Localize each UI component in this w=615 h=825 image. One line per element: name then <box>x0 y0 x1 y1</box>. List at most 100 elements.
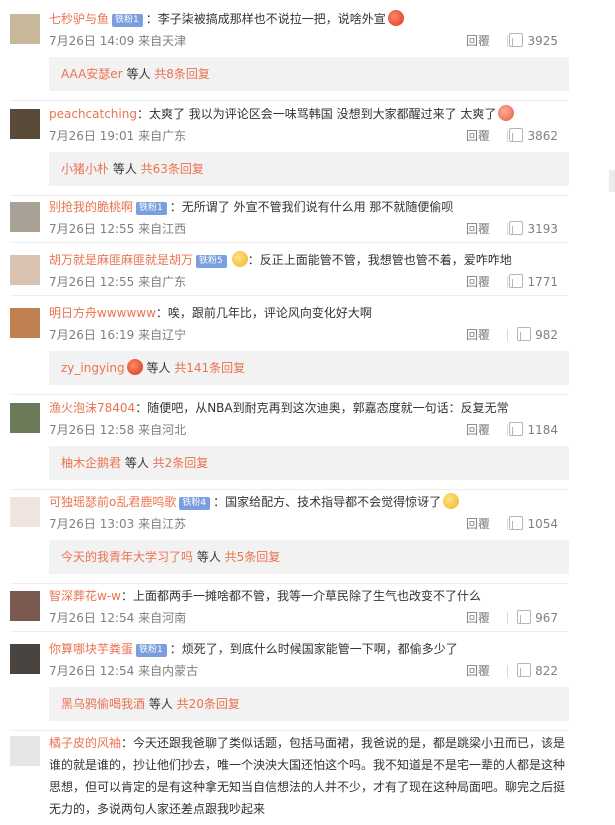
like-count: 822 <box>535 664 558 678</box>
avatar[interactable] <box>10 591 40 621</box>
reply-summary-text: 等人 <box>142 361 175 375</box>
comment-text: ：今天还跟我爸聊了类似话题，包括马面裙，我爸说的是，都是跳梁小丑而已，该是谁的就… <box>49 736 566 816</box>
reply-summary[interactable]: 小猪小朴 等人 共63条回复 <box>49 152 569 186</box>
avatar[interactable] <box>10 308 40 338</box>
comment-text: ：上面都两手一摊啥都不管，我等一介草民除了生气也改变不了什么 <box>120 589 481 603</box>
reply-count-link[interactable]: 共63条回复 <box>141 162 204 176</box>
like-button[interactable]: 822 <box>508 662 558 680</box>
comment-text: ：太爽了 我以为评论区会一味骂韩国 没想到大家都醒过来了 太爽了 <box>136 107 497 121</box>
thumbs-up-icon <box>517 610 532 624</box>
reply-button[interactable]: 回覆 <box>466 273 490 291</box>
reply-count-link[interactable]: 共5条回复 <box>225 550 281 564</box>
thumbs-up-icon <box>517 663 532 677</box>
fan-badge: 铁粉1 <box>136 202 167 215</box>
user-nick-link[interactable]: 别抢我的脆桃啊 <box>49 200 133 214</box>
comment-meta: 7月26日 16:19 来自辽宁 回覆 982 <box>49 326 590 344</box>
emoji-icon <box>126 359 143 375</box>
reply-summary[interactable]: 今天的我青年大学习了吗 等人 共5条回复 <box>49 540 569 574</box>
reply-count-link[interactable]: 共2条回复 <box>153 456 209 470</box>
thumbs-up-icon <box>517 327 532 341</box>
user-nick-link[interactable]: peachcatching <box>49 107 137 121</box>
comment-meta: 7月26日 12:55 来自江西 回覆 3193 <box>49 220 590 238</box>
avatar[interactable] <box>10 109 40 139</box>
like-button[interactable]: 1184 <box>508 421 558 439</box>
comment-text: ：国家给配方、技术指导都不会觉得惊讶了 <box>213 495 442 509</box>
user-nick-link[interactable]: 明日方舟wwwwww <box>49 306 156 320</box>
reply-summary[interactable]: 黑乌鸦偷喝我酒 等人 共20条回复 <box>49 687 569 721</box>
reply-summary[interactable]: zy_ingying 等人 共141条回复 <box>49 351 569 385</box>
divider <box>10 631 568 632</box>
reply-button[interactable]: 回覆 <box>466 326 490 344</box>
comment-text-line: 别抢我的脆桃啊 铁粉1 ：无所谓了 外宣不管我们说有什么用 那不就随便偷呗 <box>49 197 590 217</box>
divider <box>10 242 568 243</box>
like-button[interactable]: 3925 <box>508 32 558 50</box>
comment-meta: 7月26日 13:03 来自江苏 回覆 1054 <box>49 515 590 533</box>
comment-item: 七秒驴与鱼 铁粉1 ：李子柒被搞成那样也不说拉一把，说啥外宣 7月26日 14:09 … <box>0 8 600 101</box>
like-count: 1184 <box>527 423 558 437</box>
reply-user-nick[interactable]: 小猪小朴 <box>61 162 109 176</box>
divider <box>10 394 568 395</box>
user-nick-link[interactable]: 七秒驴与鱼 <box>49 12 109 26</box>
reply-count-link[interactable]: 共20条回复 <box>177 697 240 711</box>
like-count: 3925 <box>527 34 558 48</box>
emoji-icon <box>231 251 248 267</box>
comment-meta: 7月26日 12:55 来自广东 回覆 1771 <box>49 273 590 291</box>
divider <box>10 295 568 296</box>
fan-badge: 铁粉1 <box>112 14 143 27</box>
thumbs-up-icon <box>509 221 524 235</box>
reply-button[interactable]: 回覆 <box>466 515 490 533</box>
reply-button[interactable]: 回覆 <box>466 127 490 145</box>
avatar[interactable] <box>10 14 40 44</box>
reply-user-nick[interactable]: 柚木企鹅君 <box>61 456 121 470</box>
user-nick-link[interactable]: 可独瑶瑟前o乱君鹿鸣歌 <box>49 495 176 509</box>
reply-button[interactable]: 回覆 <box>466 421 490 439</box>
reply-summary-text: 等人 <box>193 550 225 564</box>
like-button[interactable]: 1054 <box>508 515 558 533</box>
scrollbar[interactable] <box>609 170 615 192</box>
comment-item: 橘子皮的风袖：今天还跟我爸聊了类似话题，包括马面裙，我爸说的是，都是跳梁小丑而已… <box>0 732 600 825</box>
reply-button[interactable]: 回覆 <box>466 32 490 50</box>
comment-text-line: 胡万就是麻匪麻匪就是胡万 铁粉5 ：反正上面能管不管，我想管也管不着，爱咋咋地 <box>49 250 590 270</box>
user-nick-link[interactable]: 渔火泡沫78404 <box>49 401 135 415</box>
reply-button[interactable]: 回覆 <box>466 609 490 627</box>
thumbs-up-icon <box>509 516 524 530</box>
avatar[interactable] <box>10 202 40 232</box>
like-button[interactable]: 967 <box>508 609 558 627</box>
reply-button[interactable]: 回覆 <box>466 662 490 680</box>
avatar[interactable] <box>10 644 40 674</box>
thumbs-up-icon <box>509 128 524 142</box>
reply-summary[interactable]: 柚木企鹅君 等人 共2条回复 <box>49 446 569 480</box>
comment-date: 7月26日 12:55 来自广东 <box>49 275 187 289</box>
like-count: 3193 <box>527 222 558 236</box>
like-button[interactable]: 3862 <box>508 127 558 145</box>
avatar[interactable] <box>10 497 40 527</box>
comment-text: ：无所谓了 外宣不管我们说有什么用 那不就随便偷呗 <box>169 200 454 214</box>
reply-user-nick[interactable]: zy_ingying <box>61 361 125 375</box>
like-button[interactable]: 3193 <box>508 220 558 238</box>
avatar[interactable] <box>10 736 40 766</box>
user-nick-link[interactable]: 你算哪块芋粪蛋 <box>49 642 133 656</box>
reply-user-nick[interactable]: 黑乌鸦偷喝我酒 <box>61 697 145 711</box>
divider <box>10 100 568 101</box>
comment-text-line: 渔火泡沫78404：随便吧，从NBA到耐克再到这次迪奥，郭嘉态度就一句话：反复无… <box>49 398 590 418</box>
reply-user-nick[interactable]: AAA安瑟er <box>61 67 123 81</box>
reply-count-link[interactable]: 共141条回复 <box>174 361 245 375</box>
user-nick-link[interactable]: 智深葬花w-w <box>49 589 121 603</box>
reply-button[interactable]: 回覆 <box>466 220 490 238</box>
reply-summary[interactable]: AAA安瑟er 等人 共8条回复 <box>49 57 569 91</box>
like-button[interactable]: 982 <box>508 326 558 344</box>
comment-item: 明日方舟wwwwww：唉，跟前几年比，评论风向变化好大啊 7月26日 16:19 … <box>0 302 600 395</box>
user-nick-link[interactable]: 橘子皮的风袖 <box>49 736 121 750</box>
comment-meta: 7月26日 12:54 来自河南 回覆 967 <box>49 609 590 627</box>
like-count: 3862 <box>527 129 558 143</box>
reply-user-nick[interactable]: 今天的我青年大学习了吗 <box>61 550 193 564</box>
like-button[interactable]: 1771 <box>508 273 558 291</box>
avatar[interactable] <box>10 403 40 433</box>
avatar[interactable] <box>10 255 40 285</box>
comment-meta: 7月26日 12:54 来自内蒙古 回覆 822 <box>49 662 590 680</box>
comment-date: 7月26日 12:58 来自河北 <box>49 423 187 437</box>
user-nick-link[interactable]: 胡万就是麻匪麻匪就是胡万 <box>49 253 193 267</box>
like-count: 1771 <box>527 275 558 289</box>
reply-count-link[interactable]: 共8条回复 <box>154 67 210 81</box>
thumbs-up-icon <box>509 422 524 436</box>
